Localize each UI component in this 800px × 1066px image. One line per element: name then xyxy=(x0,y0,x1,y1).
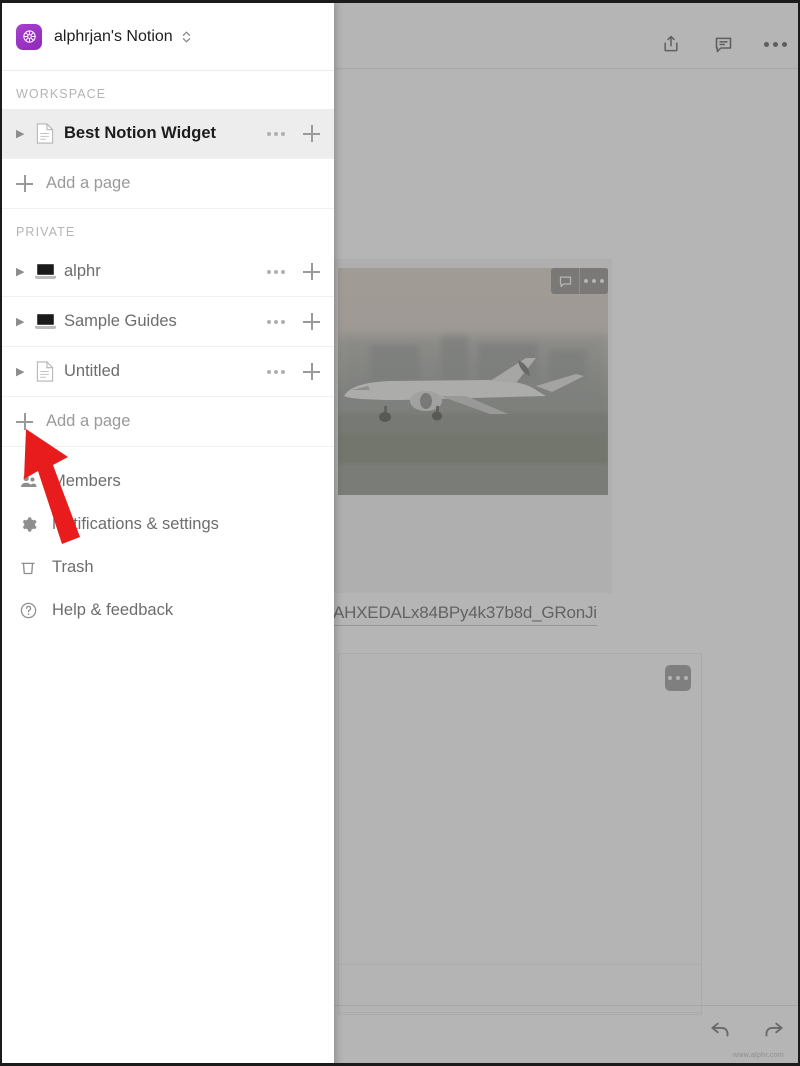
section-label-workspace: WORKSPACE xyxy=(16,87,107,101)
comment-icon[interactable] xyxy=(710,31,736,57)
sidebar-item-label: Help & feedback xyxy=(52,601,174,619)
image-comment-icon[interactable] xyxy=(551,268,579,294)
sidebar-item-label: Best Notion Widget xyxy=(64,124,217,142)
document-icon xyxy=(32,361,58,382)
sidebar-item-label: Members xyxy=(52,472,121,490)
caret-right-icon[interactable]: ▶ xyxy=(16,365,32,378)
undo-arrow-icon[interactable] xyxy=(708,1016,734,1042)
caret-right-icon[interactable]: ▶ xyxy=(16,315,32,328)
sidebar-item-help-feedback[interactable]: Help & feedback xyxy=(2,589,334,632)
page-more-icon[interactable] xyxy=(762,31,788,57)
app-screenshot: dd comment dget xyxy=(0,0,800,1066)
add-page-label: Add a page xyxy=(46,174,131,192)
workspace-name: alphrjan's Notion xyxy=(54,27,173,45)
sidebar-item-untitled[interactable]: ▶ Untitled xyxy=(2,347,334,397)
question-circle-icon xyxy=(16,601,40,620)
members-icon xyxy=(16,472,40,491)
add-a-page-workspace[interactable]: Add a page xyxy=(2,159,334,209)
sidebar: alphrjan's Notion WORKSPACE ▶ Best Notio… xyxy=(2,3,334,1063)
plus-icon[interactable] xyxy=(16,175,33,192)
sidebar-item-members[interactable]: Members xyxy=(2,460,334,503)
row-actions xyxy=(267,125,320,142)
sidebar-item-label: Notifications & settings xyxy=(52,515,219,533)
image-hover-toolbar xyxy=(551,268,608,294)
row-actions xyxy=(267,263,320,280)
laptop-icon xyxy=(32,314,58,329)
plus-icon[interactable] xyxy=(303,125,320,142)
sidebar-item-label: alphr xyxy=(64,262,101,280)
add-page-label: Add a page xyxy=(46,412,131,430)
sidebar-item-label: Sample Guides xyxy=(64,312,177,330)
document-icon xyxy=(32,123,58,144)
image-block[interactable] xyxy=(334,259,612,593)
laptop-icon xyxy=(32,264,58,279)
sidebar-item-label: Untitled xyxy=(64,362,120,380)
gear-icon xyxy=(16,515,40,534)
add-a-page-private[interactable]: Add a page xyxy=(2,397,334,447)
sidebar-item-notifications-settings[interactable]: Notifications & settings xyxy=(2,503,334,546)
redo-arrow-icon[interactable] xyxy=(760,1016,786,1042)
sidebar-item-sample-guides[interactable]: ▶ Sample Guides xyxy=(2,297,334,347)
airplane-photo xyxy=(338,268,608,495)
sidebar-item-best-notion-widget[interactable]: ▶ Best Notion Widget xyxy=(2,109,334,159)
share-icon[interactable] xyxy=(658,31,684,57)
workspace-switcher[interactable]: alphrjan's Notion xyxy=(2,3,334,71)
sidebar-item-label: Trash xyxy=(52,558,94,576)
ellipsis-icon[interactable] xyxy=(267,369,285,374)
plus-icon[interactable] xyxy=(303,313,320,330)
watermark: www.alphr.com xyxy=(733,1052,784,1059)
trash-icon xyxy=(16,558,40,577)
ellipsis-icon[interactable] xyxy=(267,131,285,136)
sidebar-item-trash[interactable]: Trash xyxy=(2,546,334,589)
ellipsis-icon[interactable] xyxy=(267,269,285,274)
plus-icon[interactable] xyxy=(303,363,320,380)
history-actions xyxy=(708,1016,786,1042)
plus-icon[interactable] xyxy=(303,263,320,280)
topbar-actions xyxy=(658,31,788,57)
caret-right-icon[interactable]: ▶ xyxy=(16,265,32,278)
row-actions xyxy=(267,313,320,330)
ellipsis-icon[interactable] xyxy=(267,319,285,324)
section-label-private: PRIVATE xyxy=(16,225,76,239)
embed-card[interactable] xyxy=(338,653,702,1015)
row-actions xyxy=(267,363,320,380)
image-more-icon[interactable] xyxy=(580,268,608,294)
caret-right-icon[interactable]: ▶ xyxy=(16,127,32,140)
sidebar-item-alphr[interactable]: ▶ alphr xyxy=(2,247,334,297)
wheel-icon xyxy=(16,23,42,50)
embed-more-icon[interactable] xyxy=(665,665,691,691)
plus-icon[interactable] xyxy=(16,413,33,430)
chevron-updown-icon[interactable] xyxy=(181,30,192,44)
